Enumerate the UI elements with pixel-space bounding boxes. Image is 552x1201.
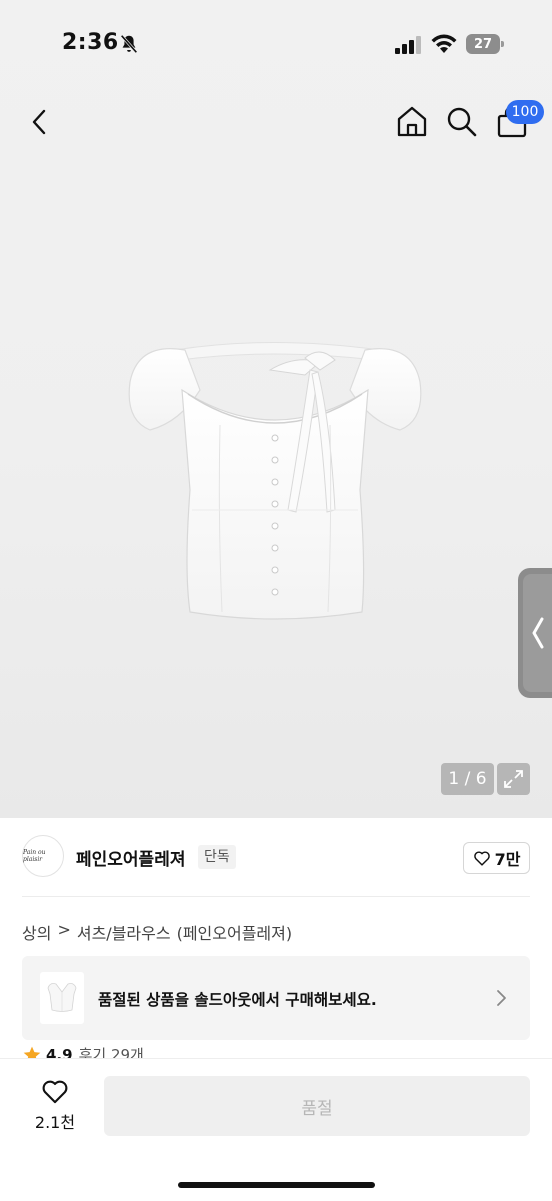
back-button[interactable] — [24, 104, 56, 140]
soldout-banner-text: 품절된 상품을 솔드아웃에서 구매해보세요. — [98, 991, 377, 1009]
wifi-icon — [431, 34, 457, 53]
wishlist-count: 2.1천 — [34, 1113, 76, 1132]
home-indicator — [178, 1182, 375, 1188]
breadcrumb: 상의 > 셔츠/블라우스 (페인오어플레져) — [22, 920, 292, 944]
brand-like-count: 7만 — [494, 850, 521, 869]
bell-off-icon — [120, 34, 138, 54]
status-time: 2:36 — [62, 30, 119, 55]
heart-icon — [42, 1080, 68, 1104]
breadcrumb-separator: > — [57, 920, 71, 939]
breadcrumb-category[interactable]: 상의 — [22, 920, 51, 944]
chevron-left-icon — [532, 617, 544, 649]
brand-like-button[interactable]: 7만 — [463, 842, 530, 874]
home-icon[interactable] — [394, 104, 430, 140]
product-image — [128, 342, 422, 620]
brand-name[interactable]: 페인오어플레져 — [76, 845, 185, 870]
battery-level: 27 — [466, 34, 500, 54]
breadcrumb-brand[interactable]: (페인오어플레져) — [177, 920, 293, 944]
cellular-signal-icon — [395, 36, 421, 54]
battery-icon: 27 — [466, 34, 504, 54]
expand-icon — [504, 770, 523, 788]
expand-image-button[interactable] — [497, 763, 530, 795]
brand-logo-text: Pain ou plaisir — [23, 849, 46, 863]
wishlist-button[interactable]: 2.1천 — [22, 1076, 88, 1136]
soldout-banner[interactable]: 품절된 상품을 솔드아웃에서 구매해보세요. — [22, 956, 530, 1040]
brand-logo[interactable]: Pain ou plaisir — [22, 835, 64, 877]
search-icon[interactable] — [444, 104, 480, 140]
product-image-gallery[interactable]: 2:36 27 100 1 / 6 — [0, 0, 552, 818]
banner-thumbnail — [40, 972, 84, 1024]
chevron-right-icon — [497, 990, 506, 1006]
soldout-purchase-button: 품절 — [104, 1076, 530, 1136]
cart-count-badge: 100 — [506, 100, 544, 124]
image-page-counter: 1 / 6 — [441, 763, 494, 795]
breadcrumb-subcategory[interactable]: 셔츠/블라우스 — [77, 920, 171, 944]
exclusive-tag: 단독 — [198, 845, 236, 869]
divider — [22, 896, 530, 897]
heart-icon — [473, 851, 490, 866]
side-drawer-tab[interactable] — [518, 568, 552, 698]
product-thumbnail-image — [47, 983, 77, 1012]
